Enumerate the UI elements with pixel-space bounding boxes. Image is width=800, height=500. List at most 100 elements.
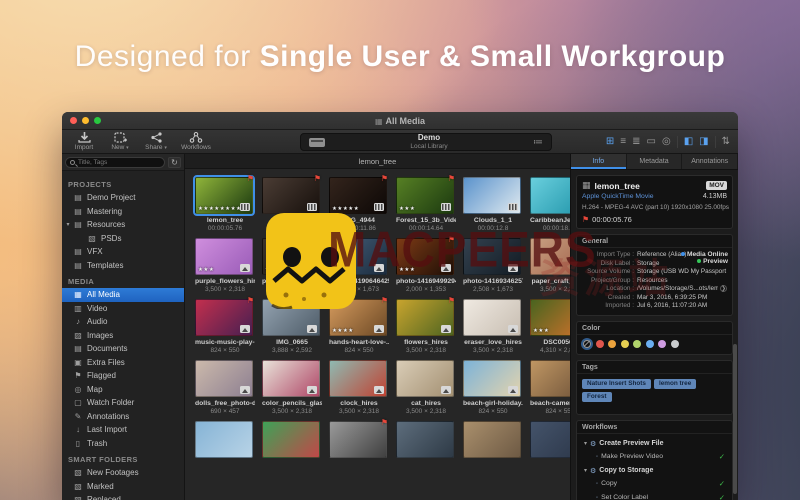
color-swatch[interactable] [620, 339, 629, 348]
media-item[interactable]: cat_hires 3,500 × 2,318 [396, 360, 456, 415]
media-item[interactable]: ⚑★★★★★★★★★lemon_tree00:00:05.76 [193, 174, 255, 232]
toggle-right-panel-icon[interactable]: ◨ [699, 137, 708, 147]
media-item[interactable]: paper_craft_hires3,500 × 2,318 [530, 238, 570, 293]
scrollbar[interactable] [733, 344, 737, 494]
sidebar-item-resources[interactable]: ▾ ▤ Resources [62, 218, 184, 232]
import-button[interactable]: Import [66, 132, 102, 151]
media-item[interactable]: ★★★★ photo-14234836411543,888 × 2,592 [262, 238, 322, 293]
media-thumbnail[interactable] [530, 421, 570, 458]
media-item[interactable]: eraser_love_hires 3,500 × 2,318 [463, 299, 523, 354]
share-button[interactable]: Share ▾ [138, 132, 174, 151]
tab-metadata[interactable]: Metadata [627, 154, 683, 169]
sidebar-item-video[interactable]: ▥ Video [62, 302, 184, 316]
library-selector[interactable]: Demo Local Library ≔ [300, 133, 552, 151]
media-thumbnail[interactable] [195, 421, 253, 458]
color-swatch[interactable] [658, 339, 666, 348]
media-item[interactable]: photo-14169346257602,508 × 1,673 [463, 238, 523, 293]
search-input[interactable]: Title, Tags [65, 156, 165, 168]
sidebar-item-psds[interactable]: ▧ PSDs [62, 232, 184, 246]
sidebar-item-vfx[interactable]: ▤ VFX [62, 245, 184, 259]
sidebar-item-templates[interactable]: ▤ Templates [62, 259, 184, 273]
flag-icon[interactable]: ⚑ [582, 215, 589, 224]
media-item[interactable] [396, 421, 456, 458]
media-thumbnail[interactable] [396, 360, 454, 397]
media-thumbnail[interactable] [262, 421, 320, 458]
media-thumbnail[interactable]: ★★★ [195, 238, 253, 275]
media-thumbnail[interactable]: ⚑ [396, 296, 455, 336]
filmstrip-view-icon[interactable]: ▭ [647, 137, 656, 147]
library-list-icon[interactable]: ≔ [533, 137, 543, 148]
media-item[interactable]: dolls_free_photo-d...690 × 457 [195, 360, 255, 415]
media-thumbnail[interactable]: ⚑ ★★★ [396, 174, 455, 214]
sidebar-item-documents[interactable]: ▤ Documents [62, 342, 184, 356]
media-item[interactable] [463, 421, 523, 458]
media-thumbnail[interactable] [530, 238, 570, 275]
media-item[interactable]: ⚑ IMG_4945 00:00:15.36 [262, 174, 322, 232]
workflow-group[interactable]: ▾ ⚙ Create Preview File [582, 437, 727, 450]
media-thumbnail[interactable] [530, 360, 570, 397]
media-thumbnail[interactable]: ⚑ [262, 174, 321, 214]
disclosure-icon[interactable]: ▾ [584, 440, 587, 447]
media-thumbnail[interactable]: ⚑ [329, 418, 388, 458]
media-thumbnail[interactable]: ★★★ [530, 299, 570, 336]
refresh-button[interactable]: ↻ [168, 156, 181, 168]
sidebar-item-audio[interactable]: ♪ Audio [62, 315, 184, 329]
sidebar-item-marked[interactable]: ▧ Marked [62, 480, 184, 494]
media-thumbnail[interactable]: ★★★★ [262, 238, 320, 275]
workflow-step[interactable]: ◦ Set Color Label ✓ [582, 491, 727, 500]
media-thumbnail[interactable] [463, 360, 521, 397]
tab-annotations[interactable]: Annotations [682, 154, 738, 169]
sidebar-item-watch-folder[interactable]: ▢ Watch Folder [62, 396, 184, 410]
sidebar-item-demo-project[interactable]: ▤ Demo Project [62, 191, 184, 205]
media-thumbnail[interactable]: ⚑ [195, 296, 254, 336]
media-item[interactable]: beach-camera-hol...824 × 550 [530, 360, 570, 415]
sidebar-item-last-import[interactable]: ↓ Last Import [62, 423, 184, 437]
workflow-step[interactable]: ◦ Make Preview Video ✓ [582, 450, 727, 464]
media-item[interactable]: ⚑ flowers_hires 3,500 × 2,318 [396, 296, 456, 354]
tag-chip[interactable]: Nature Insert Shots [582, 378, 651, 389]
media-item[interactable]: ⚑ ★★★ Forest_15_3b_Videvo00:00:14.64 [396, 174, 456, 232]
media-item[interactable]: ⚑ music-music-play-... 824 × 550 [195, 296, 255, 354]
color-none-swatch[interactable] [583, 339, 591, 348]
sidebar-item-extra-files[interactable]: ▣ Extra Files [62, 356, 184, 370]
media-thumbnail[interactable]: ⚑ ★★★★★ [329, 174, 388, 214]
media-thumbnail[interactable] [329, 238, 387, 275]
color-swatch[interactable] [670, 339, 679, 348]
new-button[interactable]: New ▾ [102, 132, 138, 151]
media-item[interactable]: color_pencils_glas...3,500 × 2,318 [262, 360, 322, 415]
media-thumbnail[interactable] [329, 360, 387, 397]
color-swatch[interactable] [633, 339, 641, 348]
media-thumbnail[interactable] [195, 360, 253, 397]
reveal-chevron-icon[interactable]: ❯ [720, 285, 727, 292]
media-thumbnail[interactable] [463, 421, 521, 458]
media-item[interactable]: Clouds_1_1 00:00:12.8 [463, 177, 523, 232]
media-item[interactable] [195, 421, 255, 458]
workflow-step[interactable]: ◦ Copy ✓ [582, 477, 727, 491]
color-swatch[interactable] [645, 339, 654, 348]
media-thumbnail[interactable] [463, 299, 521, 336]
workflow-group[interactable]: ▾ ⚙ Copy to Storage [582, 464, 727, 477]
media-item[interactable]: beach-girl-holiday... 824 × 550 [463, 360, 523, 415]
media-thumbnail[interactable]: ⚑★★★★★★★★★ [193, 174, 255, 216]
tag-chip[interactable]: Forest [582, 391, 612, 402]
media-item[interactable] [530, 421, 570, 458]
color-swatch[interactable] [595, 339, 604, 348]
media-item[interactable] [262, 421, 322, 458]
sidebar-item-annotations[interactable]: ✎ Annotations [62, 410, 184, 424]
media-item[interactable]: ⚑ ★★★★★ IMG_4944 00:00:11.86 [329, 174, 389, 232]
media-item[interactable]: ★★★ purple_flowers_hires3,500 × 2,318 [195, 238, 255, 293]
media-item[interactable]: IMG_0665 3,888 × 2,592 [262, 299, 322, 354]
media-thumbnail[interactable] [463, 177, 521, 214]
media-item[interactable]: ⚑ ★★★ photo-14169499294222,000 × 1,353 [396, 235, 456, 293]
media-item[interactable]: ⚑ ★★★★ hands-heart-love-... 824 × 550 [329, 296, 389, 354]
media-thumbnail[interactable] [262, 360, 320, 397]
media-item[interactable]: photo-14190646425312,508 × 1,673 [329, 238, 389, 293]
grid-view-icon[interactable]: ⊞ [606, 137, 614, 147]
media-thumbnail[interactable]: ⚑ ★★★★ [329, 296, 388, 336]
disclosure-icon[interactable]: ▾ [584, 467, 587, 474]
media-item[interactable]: CaribbeanJettyVid...00:00:18.64 [530, 177, 570, 232]
media-thumbnail[interactable] [396, 421, 454, 458]
media-item[interactable]: clock_hires 3,500 × 2,318 [329, 360, 389, 415]
tag-chip[interactable]: lemon tree [653, 378, 697, 389]
sidebar-item-new-footages[interactable]: ▧ New Footages [62, 466, 184, 480]
